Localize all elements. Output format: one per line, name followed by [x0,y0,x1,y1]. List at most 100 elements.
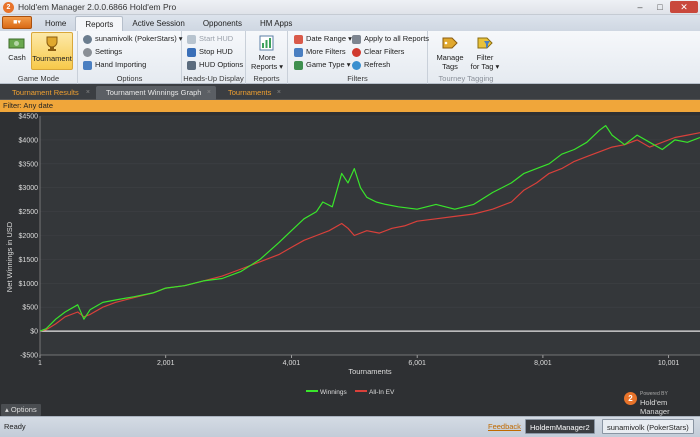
tab-reports[interactable]: Reports [75,16,124,31]
close-tab-icon[interactable]: × [277,86,281,99]
filter-for-tag-label-2: for Tag ▾ [470,62,500,71]
refresh-icon [352,60,361,70]
clear-filters-label: Clear Filters [364,47,405,56]
more-reports-button[interactable]: More Reports ▾ [248,32,286,71]
game-type-button[interactable]: Game Type ▾ [294,59,350,71]
game-type-label: Game Type ▾ [306,60,351,69]
cash-label: Cash [8,53,26,62]
group-label-game-mode: Game Mode [17,74,60,83]
holdem-manager-brand: 2 Powered BY Hold'em Manager [624,388,694,416]
hand-importing-label: Hand Importing [95,60,147,69]
brand-logo-icon: 2 [624,392,637,405]
group-tourney-tagging: Manage Tags Filter for Tag ▾ Tourney Tag… [428,31,504,84]
refresh-label: Refresh [364,60,391,69]
document-tabs: Tournament Results × Tournament Winnings… [0,84,700,100]
status-app-badge: HoldemManager2 [525,419,595,434]
stop-icon [187,47,196,57]
y-tick-label: $0 [30,329,38,336]
y-tick-label: -$500 [20,353,38,360]
tournament-label: Tournament [32,54,72,63]
x-tick-label: 1 [38,360,42,367]
trophy-icon [46,36,58,51]
maximize-icon[interactable]: □ [650,1,670,13]
ribbon-tabs: Home Reports Active Session Opponents HM App… [36,16,301,31]
stop-hud-button[interactable]: Stop HUD [187,46,233,58]
more-reports-label-1: More [258,53,276,62]
player-selector-label: sunamivolk (PokerStars) ▾ [95,34,183,43]
more-reports-label-2: Reports ▾ [250,62,284,71]
title-bar: 2 Hold'em Manager 2.0.0.6866 Hold'em Pro… [0,0,700,15]
winnings-chart-svg: -$500 $0 $500 $1000 $1500 $2000 $2500 $3000 $350… [5,114,700,396]
group-label-filters: Filters [347,74,368,83]
options-button[interactable]: ▴ Options [1,404,41,416]
date-range-button[interactable]: Date Range ▾ [294,33,352,45]
settings-label: Settings [95,47,123,56]
tab-opponents[interactable]: Opponents [194,16,251,31]
app-logo-icon: 2 [3,2,14,13]
group-filters: Date Range ▾ More Filters Game Type ▾ Ap… [288,31,429,84]
tournament-button[interactable]: Tournament [31,32,73,70]
group-label-tourney-tagging: Tourney Tagging [438,74,494,83]
hud-options-button[interactable]: HUD Options [187,59,243,71]
x-tick-label: 10,001 [658,360,680,367]
window-controls: – □ ✕ [630,1,698,13]
feedback-link[interactable]: Feedback [488,421,521,433]
legend-winnings: Winnings [320,389,347,396]
legend: Winnings All-In EV [306,389,395,396]
reports-icon [259,35,274,51]
tab-hm-apps[interactable]: HM Apps [251,16,301,31]
tab-label: Tournament Winnings Graph [106,88,202,97]
start-hud-button[interactable]: Start HUD [187,33,233,45]
cash-button[interactable]: Cash [3,32,31,70]
apply-all-label: Apply to all Reports [364,34,430,43]
player-selector[interactable]: sunamivolk (PokerStars) ▾ [83,33,183,45]
group-options: sunamivolk (PokerStars) ▾ Settings Hand … [78,31,183,84]
more-filters-label: More Filters [306,47,346,56]
brand-name: Hold'em Manager [640,398,670,416]
group-game-mode: Cash Tournament Game Mode [0,31,78,84]
stop-hud-label: Stop HUD [199,47,233,56]
filter-icon [294,47,303,57]
refresh-button[interactable]: Refresh [352,59,390,71]
status-ready: Ready [4,422,26,431]
tab-tournament-results[interactable]: Tournament Results × [2,86,95,100]
y-tick-label: $2500 [19,209,39,216]
x-axis-label: Tournaments [348,367,392,376]
tag-icon [442,37,458,49]
manage-tags-button[interactable]: Manage Tags [434,32,466,71]
filter-for-tag-button[interactable]: Filter for Tag ▾ [468,32,502,71]
tab-active-session[interactable]: Active Session [123,16,193,31]
manage-tags-label-1: Manage [436,53,464,62]
y-tick-label: $500 [22,305,38,312]
calendar-icon [294,34,303,44]
y-axis-label: Net Winnings in USD [5,221,14,292]
import-icon [83,60,92,70]
tab-home[interactable]: Home [36,16,75,31]
close-tab-icon[interactable]: × [86,86,90,99]
filter-for-tag-label-1: Filter [476,53,494,62]
close-icon[interactable]: ✕ [670,1,698,13]
app-menu-button[interactable]: ■▾ [2,16,32,29]
minimize-icon[interactable]: – [630,1,650,13]
more-filters-button[interactable]: More Filters [294,46,346,58]
cards-icon [294,60,303,70]
start-hud-label: Start HUD [199,34,234,43]
tab-label: Tournaments [228,88,272,97]
filter-bar: Filter: Any date [0,100,700,112]
clear-filters-button[interactable]: Clear Filters [352,46,404,58]
apply-icon [352,34,361,44]
hud-options-icon [187,60,196,70]
settings-button[interactable]: Settings [83,46,122,58]
tab-tournaments[interactable]: Tournaments × [218,86,286,100]
winnings-graph: -$500 $0 $500 $1000 $1500 $2000 $2500 $3000 $350… [0,112,700,404]
group-label-hud: Heads-Up Display [183,74,244,83]
ribbon-tab-row: ■▾ Home Reports Active Session Opponents HM … [0,15,700,31]
y-tick-label: $4000 [19,137,39,144]
group-hud: Start HUD Stop HUD HUD Options Heads-Up … [182,31,246,84]
x-tick-label: 6,001 [408,360,426,367]
hand-importing-button[interactable]: Hand Importing [83,59,146,71]
tab-tournament-winnings-graph[interactable]: Tournament Winnings Graph × [96,86,216,100]
apply-all-reports-button[interactable]: Apply to all Reports [352,33,429,45]
close-tab-icon[interactable]: × [207,86,211,99]
options-bar: ▴ Options 2 Powered BY Hold'em Manager [0,391,700,416]
